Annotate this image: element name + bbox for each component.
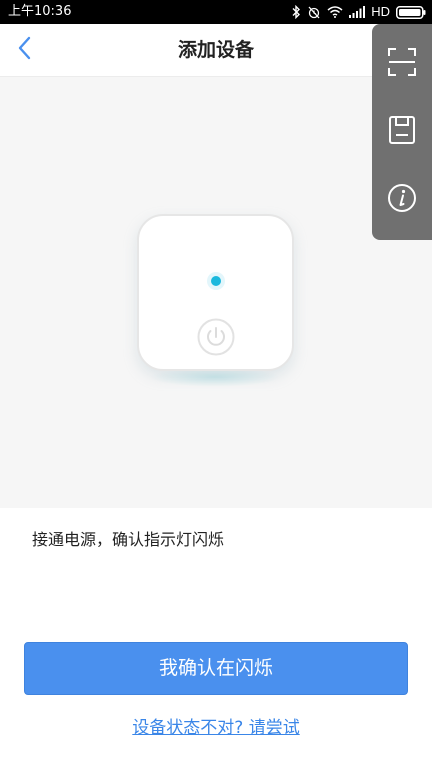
signal-icon <box>349 6 366 18</box>
status-time: 上午10:36 <box>8 4 72 19</box>
device-illustration-area <box>0 77 432 508</box>
instruction-text: 接通电源，确认指示灯闪烁 <box>32 530 225 549</box>
bluetooth-icon <box>291 5 301 19</box>
floating-toolbar <box>372 24 432 240</box>
indicator-light-icon <box>207 272 225 290</box>
wifi-icon <box>327 6 343 18</box>
info-button[interactable] <box>380 178 424 222</box>
network-type-label: HD <box>371 4 390 19</box>
battery-icon <box>396 5 426 19</box>
status-bar: 上午10:36 HD <box>0 0 432 24</box>
confirm-blinking-button[interactable]: 我确认在闪烁 <box>24 642 408 695</box>
info-icon <box>387 183 417 217</box>
add-device-screen: 上午10:36 HD 添加设备 接通电源，确认指示灯闪烁 我确认在闪烁 设备状态… <box>0 0 432 768</box>
troubleshoot-link[interactable]: 设备状态不对? 请尝试 <box>0 716 432 740</box>
page-title: 添加设备 <box>177 39 254 61</box>
device-illustration <box>137 214 294 371</box>
save-icon <box>388 115 416 149</box>
alarm-off-icon <box>307 5 321 19</box>
status-icons: HD <box>291 0 426 24</box>
indicator-light-dot <box>211 276 221 286</box>
scan-button[interactable] <box>380 42 424 86</box>
scan-icon <box>387 47 417 81</box>
header-bar: 添加设备 <box>0 24 432 77</box>
save-button[interactable] <box>380 110 424 154</box>
power-icon <box>197 318 235 356</box>
